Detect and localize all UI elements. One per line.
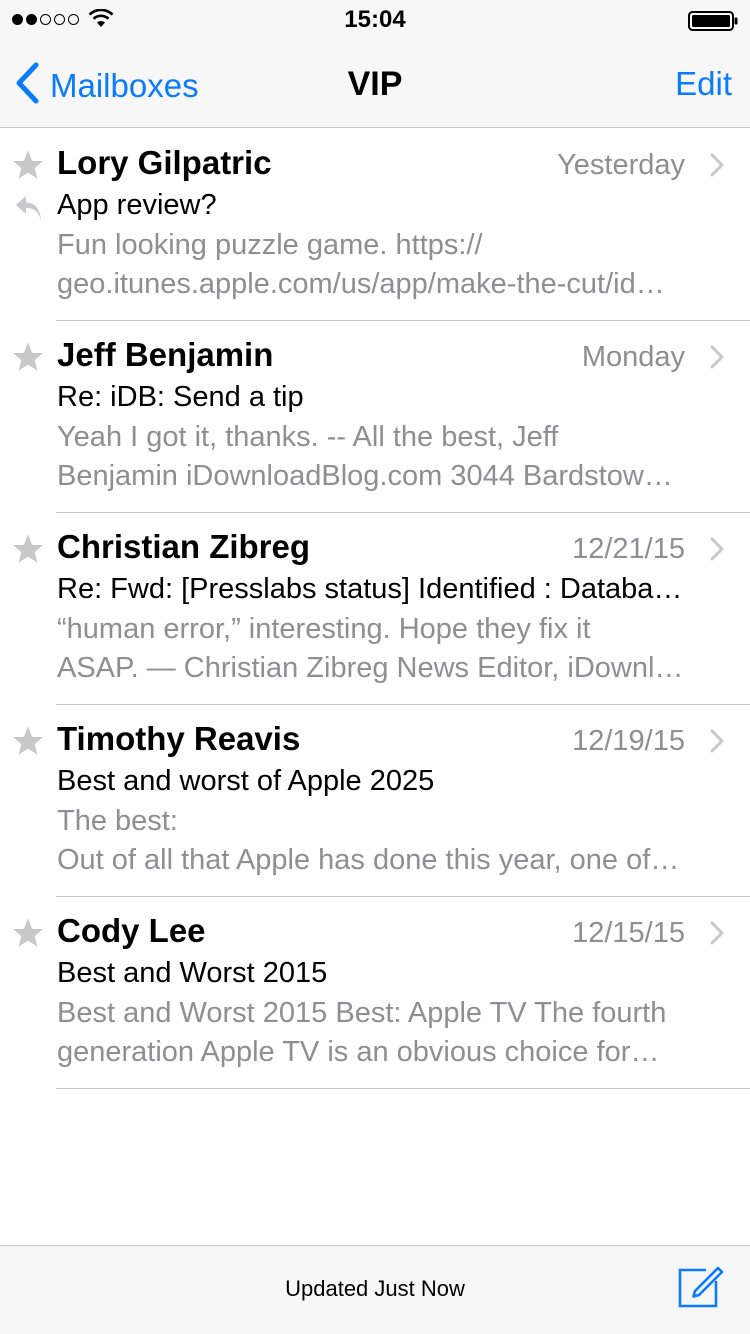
message-preview: Best and Worst 2015 Best: Apple TV The f… xyxy=(57,994,712,1072)
row-divider xyxy=(56,1088,750,1089)
status-time: 15:04 xyxy=(344,6,406,33)
sender-name: Jeff Benjamin xyxy=(57,336,274,373)
chevron-right-icon xyxy=(710,345,724,374)
top-bar: 15:04 Mailboxes VIP Edit xyxy=(0,0,750,128)
preview-line: Benjamin iDownloadBlog.com 3044 Bardstow… xyxy=(57,460,673,492)
battery-icon xyxy=(688,11,738,36)
chevron-right-icon xyxy=(710,729,724,758)
chevron-right-icon xyxy=(710,537,724,566)
message-date: Yesterday xyxy=(557,149,685,181)
sender-name: Cody Lee xyxy=(57,912,206,949)
preview-line: “human error,” interesting. Hope they fi… xyxy=(57,613,591,645)
page-title: VIP xyxy=(347,65,403,103)
mail-list: Lory Gilpatric Yesterday App review? Fun… xyxy=(0,129,750,1089)
message-subject: Re: iDB: Send a tip xyxy=(57,381,304,413)
compose-icon[interactable] xyxy=(676,1264,726,1315)
message-subject: App review? xyxy=(57,189,217,221)
vip-star-icon xyxy=(12,533,44,570)
preview-line: Yeah I got it, thanks. -- All the best, … xyxy=(57,421,559,453)
vip-star-icon xyxy=(12,917,44,954)
mail-list-item[interactable]: Timothy Reavis 12/19/15 Best and worst o… xyxy=(0,705,750,897)
chevron-right-icon xyxy=(710,153,724,182)
message-preview: “human error,” interesting. Hope they fi… xyxy=(57,610,712,688)
preview-line: The best: xyxy=(57,805,178,837)
edit-button[interactable]: Edit xyxy=(675,64,732,104)
mail-list-item[interactable]: Jeff Benjamin Monday Re: iDB: Send a tip… xyxy=(0,321,750,513)
message-date: 12/15/15 xyxy=(572,917,685,949)
vip-star-icon xyxy=(12,725,44,762)
message-preview: Fun looking puzzle game. https:// geo.it… xyxy=(57,226,712,304)
preview-line: ASAP. — Christian Zibreg News Editor, iD… xyxy=(57,652,684,684)
sender-name: Timothy Reavis xyxy=(57,720,301,757)
message-date: Monday xyxy=(581,341,685,373)
sender-name: Lory Gilpatric xyxy=(57,144,272,181)
message-subject: Best and Worst 2015 xyxy=(57,957,328,989)
preview-line: Best and Worst 2015 Best: Apple TV The f… xyxy=(57,997,667,1029)
mail-list-item[interactable]: Lory Gilpatric Yesterday App review? Fun… xyxy=(0,129,750,321)
preview-line: Fun looking puzzle game. https:// xyxy=(57,229,483,261)
status-bar: 15:04 xyxy=(0,0,750,40)
mail-list-item[interactable]: Cody Lee 12/15/15 Best and Worst 2015 Be… xyxy=(0,897,750,1089)
message-preview: The best: Out of all that Apple has done… xyxy=(57,802,712,880)
preview-line: geo.itunes.apple.com/us/app/make-the-cut… xyxy=(57,268,665,300)
preview-line: Out of all that Apple has done this year… xyxy=(57,844,680,876)
chevron-right-icon xyxy=(710,921,724,950)
message-date: 12/21/15 xyxy=(572,533,685,565)
vip-star-icon xyxy=(12,341,44,378)
message-date: 12/19/15 xyxy=(572,725,685,757)
mail-list-item[interactable]: Christian Zibreg 12/21/15 Re: Fwd: [Pres… xyxy=(0,513,750,705)
message-subject: Best and worst of Apple 2025 xyxy=(57,765,435,797)
vip-star-icon xyxy=(12,149,44,186)
sender-name: Christian Zibreg xyxy=(57,528,311,565)
update-status: Updated Just Now xyxy=(285,1276,465,1301)
message-preview: Yeah I got it, thanks. -- All the best, … xyxy=(57,418,712,496)
replied-icon xyxy=(14,193,44,228)
bottom-toolbar: Updated Just Now xyxy=(0,1245,750,1334)
navigation-bar: Mailboxes VIP Edit xyxy=(0,40,750,128)
message-subject: Re: Fwd: [Presslabs status] Identified :… xyxy=(57,573,683,605)
preview-line: generation Apple TV is an obvious choice… xyxy=(57,1036,660,1068)
